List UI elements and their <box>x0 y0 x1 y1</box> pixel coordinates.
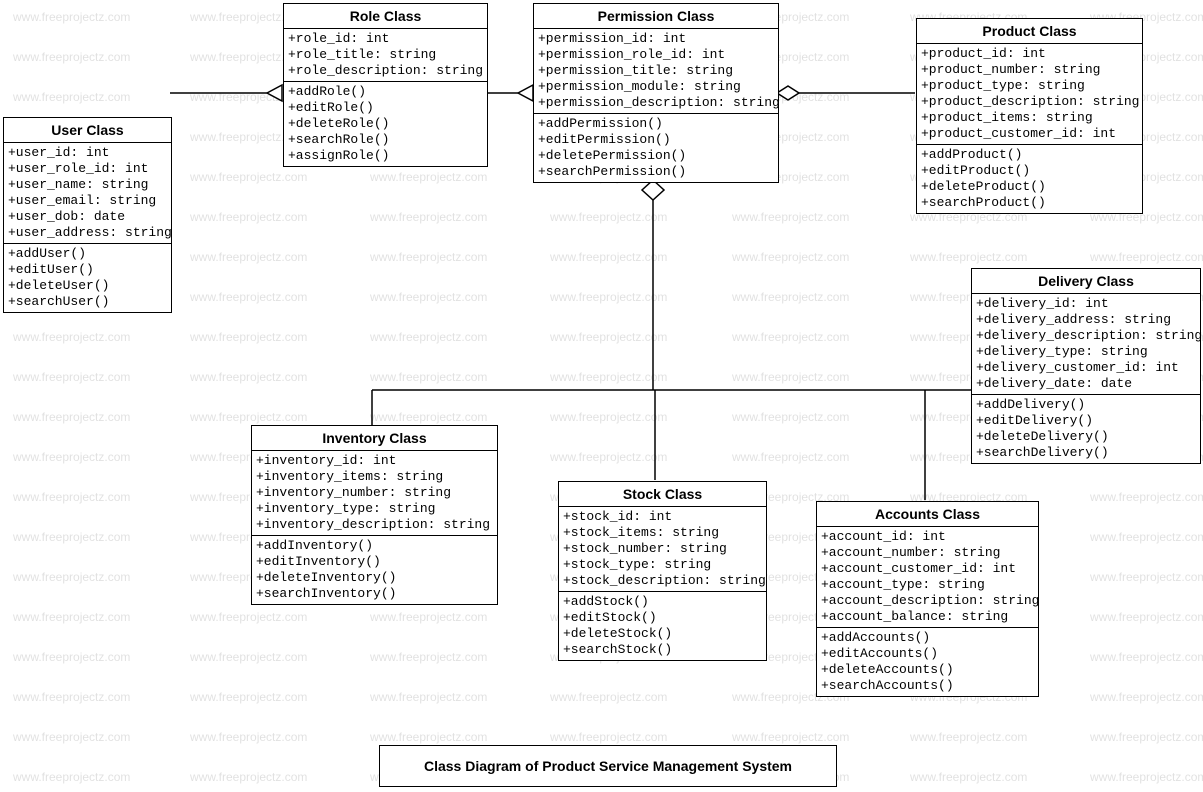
class-role-attrs: +role_id: int+role_title: string+role_de… <box>284 29 487 82</box>
class-stock-methods: +addStock()+editStock()+deleteStock()+se… <box>559 592 766 660</box>
class-role: Role Class +role_id: int+role_title: str… <box>283 3 488 167</box>
class-accounts: Accounts Class +account_id: int+account_… <box>816 501 1039 697</box>
class-product-attrs: +product_id: int+product_number: string+… <box>917 44 1142 145</box>
class-stock-attrs: +stock_id: int+stock_items: string+stock… <box>559 507 766 592</box>
class-stock-title: Stock Class <box>559 482 766 507</box>
class-accounts-attrs: +account_id: int+account_number: string+… <box>817 527 1038 628</box>
class-product: Product Class +product_id: int+product_n… <box>916 18 1143 214</box>
class-delivery-title: Delivery Class <box>972 269 1200 294</box>
class-accounts-methods: +addAccounts()+editAccounts()+deleteAcco… <box>817 628 1038 696</box>
class-permission-attrs: +permission_id: int+permission_role_id: … <box>534 29 778 114</box>
class-inventory-attrs: +inventory_id: int+inventory_items: stri… <box>252 451 497 536</box>
diagram-title: Class Diagram of Product Service Managem… <box>379 745 837 787</box>
class-inventory: Inventory Class +inventory_id: int+inven… <box>251 425 498 605</box>
class-user-title: User Class <box>4 118 171 143</box>
class-role-title: Role Class <box>284 4 487 29</box>
class-stock: Stock Class +stock_id: int+stock_items: … <box>558 481 767 661</box>
class-user-methods: +addUser()+editUser()+deleteUser()+searc… <box>4 244 171 312</box>
class-delivery: Delivery Class +delivery_id: int+deliver… <box>971 268 1201 464</box>
class-permission-methods: +addPermission()+editPermission()+delete… <box>534 114 778 182</box>
class-delivery-methods: +addDelivery()+editDelivery()+deleteDeli… <box>972 395 1200 463</box>
class-user: User Class +user_id: int+user_role_id: i… <box>3 117 172 313</box>
class-inventory-methods: +addInventory()+editInventory()+deleteIn… <box>252 536 497 604</box>
class-user-attrs: +user_id: int+user_role_id: int+user_nam… <box>4 143 171 244</box>
class-role-methods: +addRole()+editRole()+deleteRole()+searc… <box>284 82 487 166</box>
class-delivery-attrs: +delivery_id: int+delivery_address: stri… <box>972 294 1200 395</box>
class-inventory-title: Inventory Class <box>252 426 497 451</box>
class-product-title: Product Class <box>917 19 1142 44</box>
class-permission-title: Permission Class <box>534 4 778 29</box>
class-product-methods: +addProduct()+editProduct()+deleteProduc… <box>917 145 1142 213</box>
class-accounts-title: Accounts Class <box>817 502 1038 527</box>
class-permission: Permission Class +permission_id: int+per… <box>533 3 779 183</box>
